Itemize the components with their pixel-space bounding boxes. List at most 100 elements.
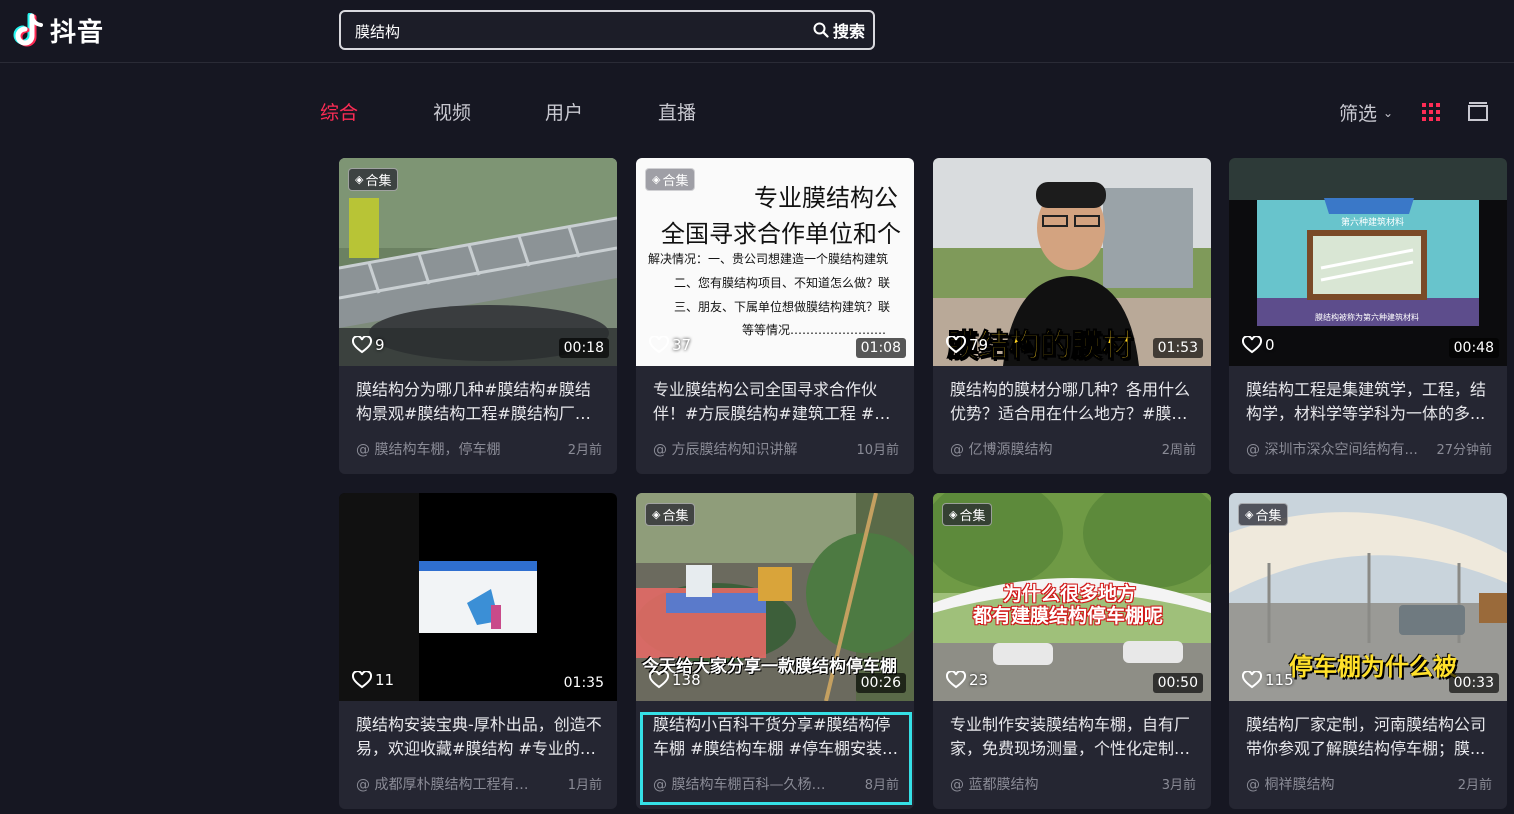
video-duration: 01:53 bbox=[1152, 338, 1203, 358]
video-author[interactable]: @ 蓝都膜结构 bbox=[950, 774, 1038, 794]
app-name: 抖音 bbox=[50, 18, 105, 48]
tab-general[interactable]: 综合 bbox=[320, 98, 358, 125]
thumb-text: 二、您有膜结构项目、不知道怎么做？联 bbox=[674, 276, 891, 290]
video-thumbnail[interactable]: ◈ 合集 9 00:18 bbox=[339, 158, 617, 366]
video-title[interactable]: 膜结构工程是集建筑学，工程，结构学，材料学等学科为一体的多... bbox=[1246, 378, 1494, 426]
collection-badge: ◈ 合集 bbox=[942, 503, 993, 526]
video-thumbnail[interactable]: 为什么很多地方 都有建膜结构停车棚呢 ◈ 合集 23 00:50 bbox=[933, 493, 1211, 701]
stack-icon: ◈ bbox=[949, 508, 958, 521]
chevron-down-icon: ⌄ bbox=[1383, 105, 1394, 120]
stack-icon: ◈ bbox=[652, 508, 661, 521]
collection-badge: ◈ 合集 bbox=[645, 503, 696, 526]
video-duration: 00:26 bbox=[855, 673, 906, 693]
video-thumbnail[interactable]: 停车棚为什么被 ◈ 合集 115 00:33 bbox=[1229, 493, 1507, 701]
video-title[interactable]: 膜结构的膜材分哪几种？各用什么优势？适合用在什么地方？#膜结... bbox=[950, 378, 1198, 426]
like-count: 115 bbox=[1242, 671, 1294, 689]
stack-icon: ◈ bbox=[1245, 508, 1254, 521]
thumb-text: 全国寻求合作单位和个 bbox=[661, 220, 901, 248]
like-count: 79 bbox=[946, 336, 988, 354]
video-duration: 00:50 bbox=[1152, 673, 1203, 693]
video-card[interactable]: 第六种建筑材料 膜结构被称为第六种建筑材料 0 00:48 膜结构工程是集建筑学… bbox=[1229, 158, 1507, 474]
thumb-caption: 停车棚为什么被 bbox=[1289, 653, 1457, 681]
video-thumbnail[interactable]: 11 01:35 bbox=[339, 493, 617, 701]
thumb-text: 解决情况：一、贵公司想建造一个膜结构建筑 bbox=[648, 252, 889, 266]
video-title[interactable]: 膜结构厂家定制，河南膜结构公司带你参观了解膜结构停车棚；膜... bbox=[1246, 713, 1494, 761]
thumb-text: 膜结构被称为第六种建筑材料 bbox=[1315, 313, 1419, 322]
video-duration: 00:48 bbox=[1448, 338, 1499, 358]
filter-dropdown[interactable]: 筛选 ⌄ bbox=[1339, 99, 1393, 126]
tab-videos[interactable]: 视频 bbox=[433, 98, 471, 125]
video-time: 2月前 bbox=[567, 443, 602, 458]
tab-live[interactable]: 直播 bbox=[658, 98, 696, 125]
heart-icon bbox=[1242, 336, 1262, 354]
video-thumbnail[interactable]: 今天给大家分享一款膜结构停车棚 ◈ 合集 138 00:26 bbox=[636, 493, 914, 701]
video-card[interactable]: 为什么很多地方 都有建膜结构停车棚呢 ◈ 合集 23 00:50 专业制作安装膜结… bbox=[933, 493, 1211, 809]
heart-icon bbox=[352, 671, 372, 689]
douyin-logo-icon bbox=[12, 12, 46, 49]
search-input[interactable] bbox=[353, 12, 797, 50]
video-duration: 01:35 bbox=[558, 673, 609, 693]
video-duration: 00:18 bbox=[558, 338, 609, 358]
stack-icon: ◈ bbox=[355, 173, 364, 186]
video-card[interactable]: 膜结构的膜材 79 01:53 膜结构的膜材分哪几种？各用什么优势？适合用在什么… bbox=[933, 158, 1211, 474]
heart-icon bbox=[946, 336, 966, 354]
like-count: 9 bbox=[352, 336, 385, 354]
video-meta: @ 亿博源膜结构 2周前 bbox=[950, 439, 1196, 459]
collection-badge: ◈ 合集 bbox=[1238, 503, 1289, 526]
single-column-view-icon[interactable] bbox=[1467, 102, 1489, 122]
video-meta: @ 成都厚朴膜结构工程有限... 1月前 bbox=[356, 774, 602, 794]
video-card[interactable]: 专业膜结构公 全国寻求合作单位和个 解决情况：一、贵公司想建造一个膜结构建筑 二… bbox=[636, 158, 914, 474]
video-time: 2周前 bbox=[1161, 443, 1196, 458]
video-thumbnail[interactable]: 专业膜结构公 全国寻求合作单位和个 解决情况：一、贵公司想建造一个膜结构建筑 二… bbox=[636, 158, 914, 366]
heart-icon bbox=[1242, 671, 1262, 689]
video-thumbnail[interactable]: 第六种建筑材料 膜结构被称为第六种建筑材料 0 00:48 bbox=[1229, 158, 1507, 366]
like-count: 0 bbox=[1242, 336, 1275, 354]
search-box: 搜索 bbox=[339, 10, 875, 50]
video-duration: 00:33 bbox=[1448, 673, 1499, 693]
video-time: 10月前 bbox=[856, 443, 899, 458]
video-time: 1月前 bbox=[567, 778, 602, 793]
video-meta: @ 深圳市深众空间结构有... 27分钟前 bbox=[1246, 439, 1492, 459]
video-author[interactable]: @ 膜结构车棚百科—久杨膜... bbox=[653, 774, 838, 794]
search-icon bbox=[813, 22, 829, 38]
video-title[interactable]: 膜结构小百科干货分享#膜结构停车棚 #膜结构车棚 #停车棚安装 #... bbox=[653, 713, 901, 761]
grid-view-icon[interactable] bbox=[1421, 102, 1441, 122]
video-thumbnail[interactable]: 膜结构的膜材 79 01:53 bbox=[933, 158, 1211, 366]
video-card[interactable]: ◈ 合集 9 00:18 膜结构分为哪几种#膜结构#膜结构景观#膜结构工程#膜结构… bbox=[339, 158, 617, 474]
app-logo[interactable]: 抖音 bbox=[12, 12, 104, 49]
video-title[interactable]: 专业制作安装膜结构车棚，自有厂家，免费现场测量，个性化定制#... bbox=[950, 713, 1198, 761]
heart-icon bbox=[946, 671, 966, 689]
video-time: 8月前 bbox=[864, 778, 899, 793]
thumb-text: 三、朋友、下属单位想做膜结构建筑？联 bbox=[674, 300, 891, 314]
like-count: 138 bbox=[649, 671, 701, 689]
video-title[interactable]: 专业膜结构公司全国寻求合作伙伴！#方辰膜结构#建筑工程 #园... bbox=[653, 378, 901, 426]
collection-badge: ◈ 合集 bbox=[645, 168, 696, 191]
video-author[interactable]: @ 深圳市深众空间结构有... bbox=[1246, 439, 1418, 459]
video-author[interactable]: @ 亿博源膜结构 bbox=[950, 439, 1052, 459]
video-meta: @ 膜结构车棚，停车棚 2月前 bbox=[356, 439, 602, 459]
video-title[interactable]: 膜结构分为哪几种#膜结构#膜结构景观#膜结构工程#膜结构厂家#... bbox=[356, 378, 604, 426]
collection-badge: ◈ 合集 bbox=[348, 168, 399, 191]
search-button[interactable]: 搜索 bbox=[813, 18, 865, 42]
like-count: 11 bbox=[352, 671, 394, 689]
thumb-text: 专业膜结构公 bbox=[754, 184, 898, 212]
video-meta: @ 膜结构车棚百科—久杨膜... 8月前 bbox=[653, 774, 899, 794]
search-button-label: 搜索 bbox=[832, 22, 865, 41]
video-card[interactable]: 今天给大家分享一款膜结构停车棚 ◈ 合集 138 00:26 膜结构小百科干货分享… bbox=[636, 493, 914, 809]
video-title[interactable]: 膜结构安装宝典-厚朴出品，创造不易，欢迎收藏#膜结构 #专业的事... bbox=[356, 713, 604, 761]
tab-users[interactable]: 用户 bbox=[545, 98, 583, 125]
video-author[interactable]: @ 方辰膜结构知识讲解 bbox=[653, 439, 797, 459]
video-meta: @ 桐祥膜结构 2月前 bbox=[1246, 774, 1492, 794]
thumb-text: 第六种建筑材料 bbox=[1341, 218, 1405, 228]
thumb-caption: 都有建膜结构停车棚呢 bbox=[973, 605, 1164, 627]
video-card[interactable]: 停车棚为什么被 ◈ 合集 115 00:33 膜结构厂家定制，河南膜结构公司带你参… bbox=[1229, 493, 1507, 809]
video-author[interactable]: @ 桐祥膜结构 bbox=[1246, 774, 1334, 794]
video-card[interactable]: 11 01:35 膜结构安装宝典-厚朴出品，创造不易，欢迎收藏#膜结构 #专业的… bbox=[339, 493, 617, 809]
heart-icon bbox=[649, 336, 669, 354]
heart-icon bbox=[352, 336, 372, 354]
video-author[interactable]: @ 成都厚朴膜结构工程有限... bbox=[356, 774, 541, 794]
like-count: 37 bbox=[649, 336, 691, 354]
video-meta: @ 方辰膜结构知识讲解 10月前 bbox=[653, 439, 899, 459]
filter-label: 筛选 bbox=[1339, 103, 1378, 125]
video-author[interactable]: @ 膜结构车棚，停车棚 bbox=[356, 439, 500, 459]
